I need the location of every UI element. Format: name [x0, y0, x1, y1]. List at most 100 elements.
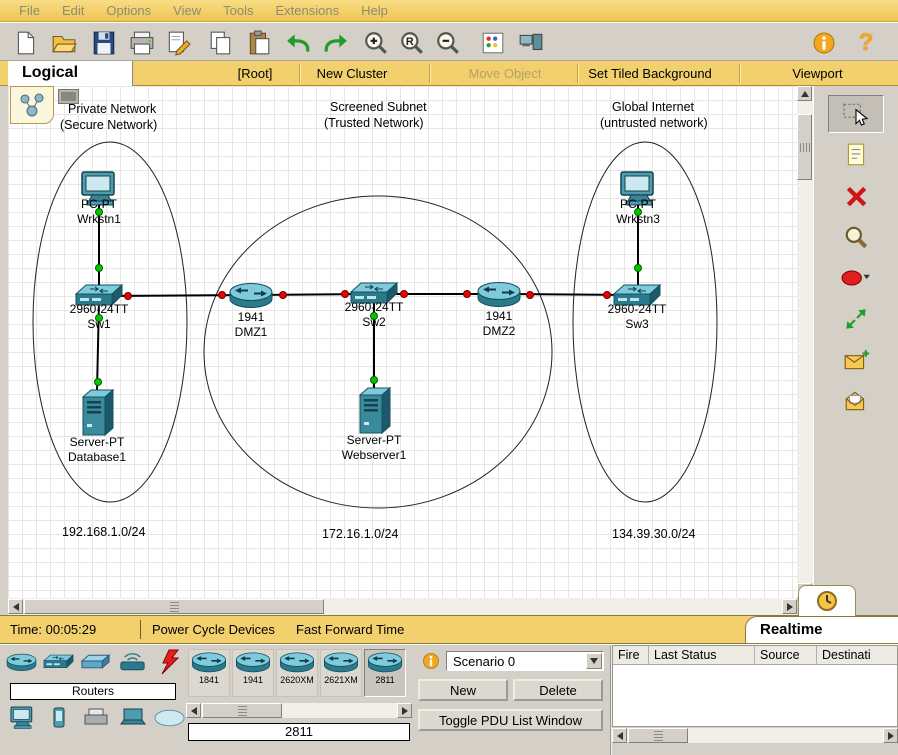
zone-title-private-network[interactable]: Private Network [68, 102, 157, 116]
paste-icon [249, 30, 270, 55]
scenario-select[interactable]: Scenario 0 [446, 651, 604, 671]
dropdown-button[interactable] [586, 653, 602, 669]
device-dmz2[interactable]: 1941 DMZ2 [477, 282, 521, 339]
device-webserver1[interactable]: Server-PT Webserver1 [342, 387, 407, 462]
paste-button[interactable] [243, 28, 275, 58]
copy-button[interactable] [205, 28, 237, 58]
menu-edit[interactable]: Edit [51, 1, 95, 20]
scenario-info-button[interactable] [422, 652, 440, 670]
zoom-out-button[interactable] [432, 28, 464, 58]
model-1941[interactable]: 1941 [232, 649, 274, 697]
zone-subtitle-global-internet[interactable]: (untrusted network) [600, 116, 708, 130]
category-wireless-button[interactable] [116, 649, 149, 675]
draw-shape-button[interactable] [828, 259, 884, 297]
new-cluster-button[interactable]: New Cluster [272, 61, 432, 86]
background-object-icon[interactable] [58, 89, 79, 104]
scroll-left-button[interactable] [8, 599, 23, 614]
horizontal-scroll-thumb[interactable] [24, 599, 324, 614]
pdu-col-destination[interactable]: Destinati [817, 646, 897, 664]
menu-file[interactable]: File [8, 1, 51, 20]
new-scenario-button[interactable]: New [418, 679, 508, 701]
model-2811[interactable]: 2811 [364, 649, 406, 697]
device-wrkstn1[interactable]: PC-PT Wrkstn1 [77, 171, 121, 226]
place-note-button[interactable] [828, 136, 884, 174]
menu-view[interactable]: View [162, 1, 212, 20]
category-printers-button[interactable] [79, 705, 112, 731]
zone-title-screened-subnet[interactable]: Screened Subnet [330, 100, 427, 114]
add-complex-pdu-button[interactable] [828, 382, 884, 420]
save-button[interactable] [88, 28, 120, 58]
model-1841[interactable]: 1841 [188, 649, 230, 697]
realtime-mode-tab[interactable]: Realtime [745, 616, 898, 643]
right-arrow-icon [786, 602, 793, 611]
device-database1[interactable]: Server-PT Database1 [68, 389, 126, 464]
vertical-scroll-thumb[interactable] [797, 114, 812, 180]
category-hubs-button[interactable] [79, 649, 112, 675]
category-end-devices-button[interactable] [5, 705, 38, 731]
undo-button[interactable] [283, 28, 315, 58]
redo-button[interactable] [319, 28, 351, 58]
drawing-palette-button[interactable] [477, 28, 509, 58]
delete-scenario-button[interactable]: Delete [513, 679, 603, 701]
device-dmz1[interactable]: 1941 DMZ1 [229, 283, 273, 340]
select-tool-button[interactable] [828, 95, 884, 133]
resize-shape-button[interactable] [828, 300, 884, 338]
fast-forward-time-button[interactable]: Fast Forward Time [296, 616, 404, 643]
category-switches-button[interactable] [42, 649, 75, 675]
device-sw3[interactable]: 2960-24TT Sw3 [608, 284, 667, 331]
power-cycle-devices-button[interactable]: Power Cycle Devices [152, 616, 275, 643]
inspect-tool-button[interactable] [828, 218, 884, 256]
divider [140, 620, 141, 639]
pdu-col-source[interactable]: Source [755, 646, 817, 664]
zone-subtitle-private-network[interactable]: (Secure Network) [60, 118, 157, 132]
subnet-label-172-16-1-0[interactable]: 172.16.1.0/24 [322, 527, 399, 541]
category-connections-button[interactable] [153, 649, 186, 675]
print-button[interactable] [126, 28, 158, 58]
scroll-right-button[interactable] [782, 599, 797, 614]
activity-wizard-button[interactable] [162, 28, 194, 58]
new-file-button[interactable] [10, 28, 42, 58]
category-wan-emulation-button[interactable] [153, 705, 186, 731]
logical-mode-tab[interactable]: Logical [8, 61, 133, 86]
delete-tool-button[interactable] [828, 177, 884, 215]
model-2621XM[interactable]: 2621XM [320, 649, 362, 697]
subnet-label-192-168-1-0[interactable]: 192.168.1.0/24 [62, 525, 145, 539]
menu-options[interactable]: Options [95, 1, 162, 20]
category-laptops-button[interactable] [116, 705, 149, 731]
scenario-panel: Scenario 0 New Delete Toggle PDU List Wi… [414, 645, 608, 755]
zone-subtitle-screened-subnet[interactable]: (Trusted Network) [324, 116, 424, 130]
workspace-canvas[interactable]: PC-PT Wrkstn1 2960-24TT Sw1 Server-PT Da… [8, 86, 797, 598]
pdu-col-last-status[interactable]: Last Status [649, 646, 755, 664]
pdu-scroll-right-button[interactable] [883, 728, 898, 743]
model-scroll-thumb[interactable] [202, 703, 282, 718]
zoom-reset-button[interactable]: R [396, 28, 428, 58]
pdu-scroll-thumb[interactable] [628, 728, 688, 743]
open-button[interactable] [48, 28, 80, 58]
zone-title-global-internet[interactable]: Global Internet [612, 100, 695, 114]
device-wrkstn3[interactable]: PC-PT Wrkstn3 [616, 171, 660, 226]
scroll-up-button[interactable] [797, 86, 812, 101]
category-phones-button[interactable] [42, 705, 75, 731]
info-button[interactable] [808, 28, 840, 58]
device-sw2[interactable]: 2960-24TT Sw2 [345, 282, 404, 329]
category-routers-button[interactable] [5, 649, 38, 675]
menu-tools[interactable]: Tools [212, 1, 264, 20]
pdu-scroll-left-button[interactable] [612, 728, 627, 743]
subnet-label-134-39-30-0[interactable]: 134.39.30.0/24 [612, 527, 695, 541]
zoom-in-button[interactable] [360, 28, 392, 58]
realtime-clock-tab[interactable] [798, 585, 856, 616]
model-scroll-right-button[interactable] [397, 703, 412, 718]
device-sw1[interactable]: 2960-24TT Sw1 [70, 284, 129, 331]
custom-devices-button[interactable] [515, 28, 547, 58]
toggle-pdu-list-button[interactable]: Toggle PDU List Window [418, 709, 603, 731]
model-2620XM[interactable]: 2620XM [276, 649, 318, 697]
viewport-button[interactable]: Viewport [745, 61, 890, 86]
pdu-col-fire[interactable]: Fire [613, 646, 649, 664]
set-tiled-background-button[interactable]: Set Tiled Background [555, 61, 745, 86]
menu-extensions[interactable]: Extensions [264, 1, 350, 20]
help-button[interactable]: ? [850, 28, 882, 58]
menu-help[interactable]: Help [350, 1, 399, 20]
add-simple-pdu-button[interactable] [828, 341, 884, 379]
model-scroll-left-button[interactable] [186, 703, 201, 718]
cluster-back-icon[interactable] [10, 86, 54, 124]
